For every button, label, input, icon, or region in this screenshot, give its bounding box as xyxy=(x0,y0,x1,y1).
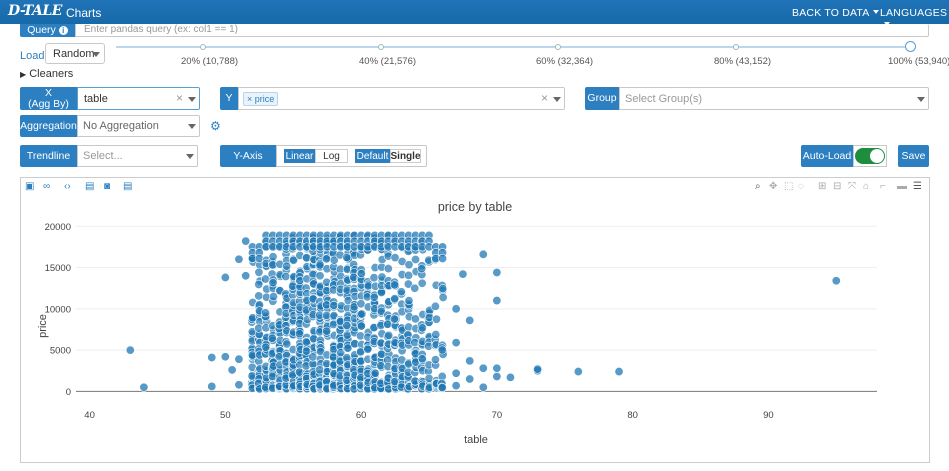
hover-closest-icon[interactable]: ▬ xyxy=(897,181,907,192)
code-icon[interactable]: ‹› xyxy=(64,181,71,192)
zoom-out-icon[interactable]: ⊟ xyxy=(833,181,841,192)
cleaners-toggle[interactable]: ▶ Cleaners xyxy=(20,68,73,80)
chevron-down-icon xyxy=(553,97,561,102)
export-icon[interactable]: ▤ xyxy=(85,181,94,192)
spike-icon[interactable]: ⌐ xyxy=(880,181,886,192)
y-label: Y xyxy=(220,87,238,110)
chevron-down-icon xyxy=(186,154,194,159)
default-toggle[interactable]: Default xyxy=(355,149,390,163)
group-placeholder: Select Group(s) xyxy=(625,93,703,105)
query-input[interactable]: Enter pandas query (ex: col1 == 1) xyxy=(75,24,929,37)
aggregation-label: Aggregation xyxy=(20,115,77,137)
x-value: table xyxy=(84,93,108,105)
clear-icon[interactable]: × xyxy=(541,91,548,105)
trendline-select[interactable]: Select... xyxy=(77,145,198,167)
yaxis-label: Y-Axis xyxy=(220,145,276,167)
aggregation-select[interactable]: No Aggregation xyxy=(77,115,200,137)
load-select[interactable]: Random xyxy=(45,43,105,64)
autoload-switch-box xyxy=(853,145,887,167)
hover-compare-icon[interactable]: ☰ xyxy=(913,181,922,192)
load-slider-handle[interactable] xyxy=(905,41,916,52)
aggregation-value: No Aggregation xyxy=(83,120,159,132)
info-icon[interactable]: i xyxy=(58,26,68,35)
query-label: Query i xyxy=(20,24,75,37)
yaxis-options: Linear Log Default Single xyxy=(276,145,427,167)
cleaners-label: Cleaners xyxy=(29,68,74,80)
lasso-icon[interactable]: ◌ xyxy=(798,181,804,192)
dtale-logo[interactable]: D-TALE xyxy=(8,3,62,19)
zoom-in-icon[interactable]: ⊞ xyxy=(818,181,826,192)
page-title: Charts xyxy=(66,6,102,20)
trendline-label: Trendline xyxy=(20,145,77,167)
languages-label: LANGUAGES xyxy=(880,7,948,19)
query-label-text: Query xyxy=(27,24,56,36)
back-to-data-label: BACK TO DATA xyxy=(792,7,870,19)
autoscale-icon[interactable]: ⤧ xyxy=(848,181,856,192)
load-label: Load xyxy=(20,50,45,62)
slider-tick-label: 20% (10,788) xyxy=(181,56,239,67)
y-select[interactable]: × price × xyxy=(238,87,565,110)
trendline-placeholder: Select... xyxy=(83,150,123,162)
chevron-down-icon xyxy=(873,10,880,14)
slider-tick xyxy=(200,44,206,50)
clear-icon[interactable]: × xyxy=(176,91,183,105)
slider-tick xyxy=(733,44,739,50)
slider-tick-label: 40% (21,576) xyxy=(359,56,417,67)
link-icon[interactable]: ∞ xyxy=(43,181,50,192)
chevron-down-icon xyxy=(188,97,196,102)
slider-tick-label: 100% (53,940) xyxy=(888,56,949,67)
box-select-icon[interactable]: ⬚ xyxy=(784,181,793,192)
chevron-down-icon xyxy=(92,52,100,57)
zoom-icon[interactable]: ⌕ xyxy=(755,181,761,192)
triangle-right-icon: ▶ xyxy=(20,70,27,79)
linear-toggle[interactable]: Linear xyxy=(284,149,315,163)
popup-icon[interactable]: ▣ xyxy=(25,181,34,192)
top-navbar: D-TALE Charts BACK TO DATA LANGUAGES xyxy=(0,0,949,26)
switch-knob xyxy=(870,149,884,163)
single-toggle[interactable]: Single xyxy=(390,149,421,163)
slider-tick xyxy=(378,44,384,50)
group-select[interactable]: Select Group(s) xyxy=(619,87,929,110)
slider-tick-label: 60% (32,364) xyxy=(536,56,594,67)
chevron-down-icon xyxy=(917,97,925,102)
back-to-data-button[interactable]: BACK TO DATA xyxy=(792,7,880,19)
log-toggle[interactable]: Log xyxy=(315,149,348,163)
csv-icon[interactable]: ▤ xyxy=(123,181,132,192)
load-selected: Random xyxy=(53,48,95,60)
y-tag-label: price xyxy=(254,94,275,104)
gear-icon[interactable]: ⚙ xyxy=(210,119,221,133)
x-label-line2: (Agg By) xyxy=(28,97,69,110)
autoload-label: Auto-Load xyxy=(801,145,853,167)
tag-remove-icon[interactable]: × xyxy=(247,94,252,104)
chart-container xyxy=(20,177,930,463)
x-select[interactable]: table × xyxy=(77,87,200,110)
save-button[interactable]: Save xyxy=(898,145,929,167)
camera-icon[interactable]: ◙ xyxy=(104,181,110,192)
y-tag: × price xyxy=(243,92,279,106)
pan-icon[interactable]: ✥ xyxy=(769,181,777,192)
load-slider-track[interactable] xyxy=(116,46,912,48)
home-icon[interactable]: ⌂ xyxy=(863,181,869,192)
group-label: Group xyxy=(585,87,619,110)
x-label: X (Agg By) xyxy=(20,87,77,110)
chevron-down-icon xyxy=(188,124,196,129)
slider-tick-label: 80% (43,152) xyxy=(714,56,772,67)
query-placeholder: Enter pandas query (ex: col1 == 1) xyxy=(84,24,238,35)
autoload-switch[interactable] xyxy=(855,148,885,164)
slider-tick xyxy=(555,44,561,50)
x-label-line1: X xyxy=(44,86,52,99)
